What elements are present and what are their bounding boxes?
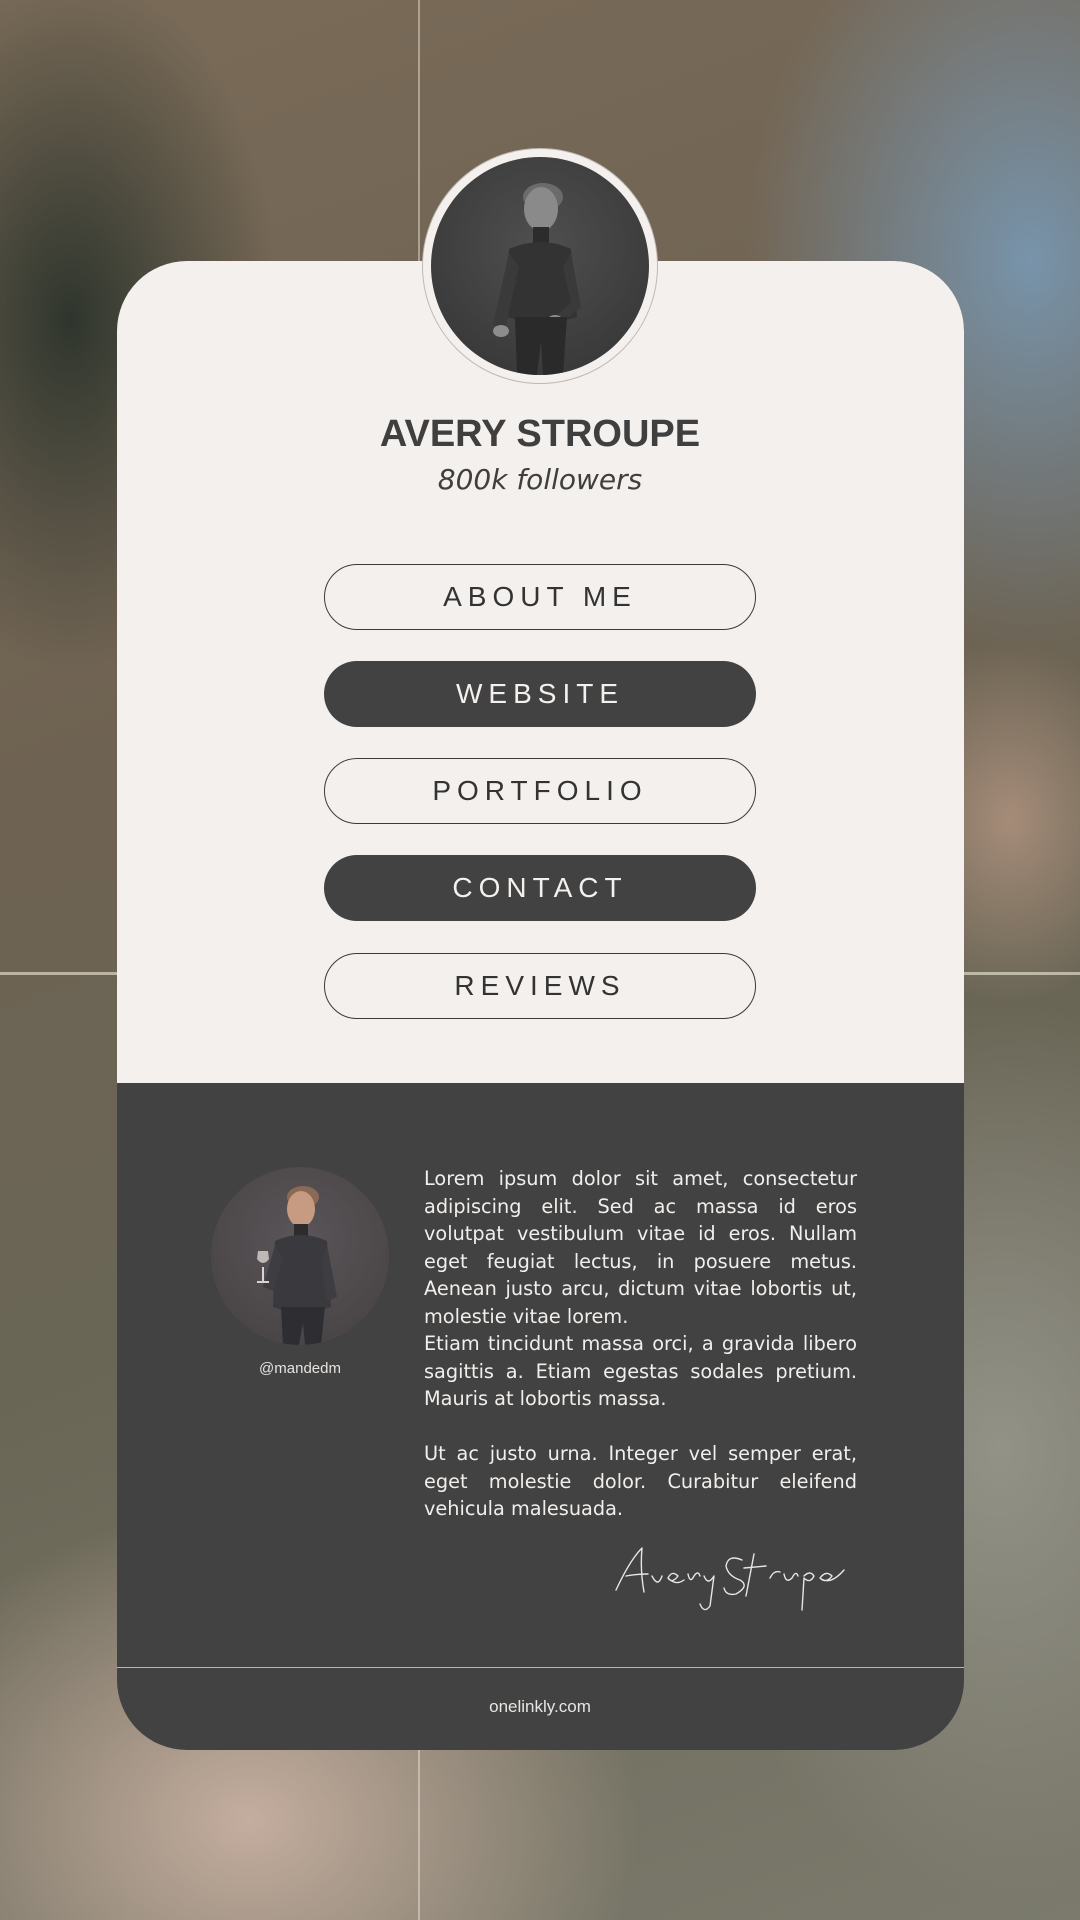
social-handle[interactable]: @mandedm bbox=[200, 1360, 400, 1377]
footer-divider bbox=[117, 1667, 964, 1668]
bio-paragraph-3: Ut ac justo urna. Integer vel semper era… bbox=[424, 1442, 857, 1520]
bio-avatar-icon bbox=[211, 1167, 389, 1345]
portfolio-button[interactable]: PORTFOLIO bbox=[324, 758, 756, 824]
man-with-glass-figure-icon bbox=[257, 1186, 337, 1345]
bio-paragraph-2: Etiam tincidunt massa orci, a gravida li… bbox=[424, 1332, 857, 1410]
profile-name: AVERY STROUPE bbox=[379, 413, 701, 455]
man-figure-icon bbox=[493, 183, 581, 375]
follower-count: 800k followers bbox=[437, 463, 643, 496]
handwritten-signature bbox=[615, 1547, 845, 1611]
profile-avatar-icon[interactable] bbox=[431, 157, 649, 375]
about-me-button[interactable]: ABOUT ME bbox=[324, 564, 756, 630]
website-button[interactable]: WEBSITE bbox=[324, 661, 756, 727]
footer-site-link[interactable]: onelinkly.com bbox=[0, 1697, 1080, 1717]
bio-paragraph-1: Lorem ipsum dolor sit amet, consectetur … bbox=[424, 1167, 857, 1328]
reviews-button[interactable]: REVIEWS bbox=[324, 953, 756, 1019]
contact-button[interactable]: CONTACT bbox=[324, 855, 756, 921]
